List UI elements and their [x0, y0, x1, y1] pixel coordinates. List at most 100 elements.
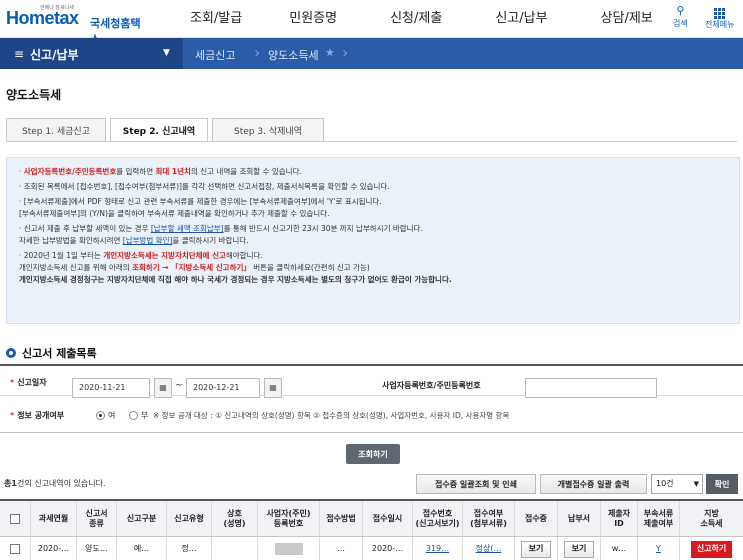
select-all-cell[interactable]	[0, 501, 31, 536]
notice-highlight: 개인지방소득세는 지방자치단체에 신고	[103, 251, 226, 260]
col-attach: 부속서류 제출여부	[638, 501, 680, 536]
menu-application[interactable]: 신청/제출	[390, 0, 442, 38]
grid-icon	[714, 8, 726, 19]
main-menu: 조회/발급 민원증명 신청/제출 신고/납부 상담/제보	[190, 0, 706, 38]
section-label: 신고/납부	[30, 48, 79, 62]
notice-box: · 사업자등록번호/주민등록번호를 입력하면 최대 1년치의 신고 내역을 조회…	[6, 157, 740, 324]
pay-tax-link[interactable]: [납부할 세액 조회납부]	[151, 224, 224, 233]
view-payment-button[interactable]: 보기	[563, 540, 595, 558]
cell-report-type: 정…	[167, 537, 212, 560]
biz-number-input[interactable]	[525, 378, 657, 398]
tab-divider	[6, 141, 737, 142]
radio-icon	[129, 411, 138, 420]
cell-method: …	[320, 537, 363, 560]
cell-id-number	[258, 537, 320, 560]
individual-receipt-button[interactable]: 개별접수증 일괄 출력	[540, 474, 647, 494]
radio-yes[interactable]: 여	[96, 410, 115, 421]
menu-certificate[interactable]: 민원증명	[289, 0, 337, 38]
notice-line: 개인지방소득세 경정청구는 지방자치단체에 직접 해야 하나 국세가 경정되는 …	[19, 275, 452, 284]
row-select-cell[interactable]	[0, 537, 31, 560]
cell-receipt-no: 319…	[413, 537, 463, 560]
cell-category: 예…	[117, 537, 167, 560]
star-icon[interactable]: ★	[325, 46, 335, 59]
col-method: 접수방법	[320, 501, 363, 536]
radio-no-label: 부	[141, 411, 149, 420]
notice-line: [부속서류제출여부]의 (Y/N)을 클릭하여 부속서류 제출내역을 확인하거나…	[19, 209, 330, 218]
notice-text: 을 클릭하시기 바랍니다.	[172, 236, 249, 245]
radio-icon	[96, 411, 105, 420]
notice-line: · 2020년 1월 1일 부터는 개인지방소득세는 지방자치단체에 신고해야합…	[19, 250, 729, 262]
section-title: 신고서 제출목록	[22, 347, 97, 360]
search-submit-button[interactable]: 조회하기	[346, 444, 400, 464]
radio-yes-label: 여	[108, 411, 116, 420]
disclose-label: * 정보 공개여부	[10, 411, 65, 420]
col-receipt-no: 접수번호 (신고서보기)	[413, 501, 463, 536]
notice-line: 자세한 납부방법을 확인하시려면 [납부방법 확인]을 클릭하시기 바랍니다.	[19, 235, 729, 247]
notice-line: · 신고서 제출 후 납부할 세액이 있는 경우 [납부할 세액 조회납부]를 …	[19, 223, 729, 235]
all-menu-button[interactable]: 전체메뉴	[705, 4, 734, 30]
col-submitter: 제출자 ID	[601, 501, 638, 536]
notice-highlight: 조회하기 → 「지방소득세 신고하기」	[132, 263, 251, 272]
tab-step1[interactable]: Step 1. 세금신고	[6, 118, 106, 142]
col-name: 상호 (성명)	[212, 501, 258, 536]
tab-step2[interactable]: Step 2. 신고내역	[110, 118, 208, 142]
menu-report-payment[interactable]: 신고/납부	[495, 0, 547, 38]
checkbox-icon	[10, 544, 20, 554]
table-header: 과세연월 신고서 종류 신고구분 신고유형 상호 (성명) 사업자(주민) 등록…	[0, 501, 743, 537]
breadcrumb-capital-gains[interactable]: 양도소득세	[268, 47, 319, 63]
checkbox-icon	[10, 513, 20, 524]
cell-form-type: 양도…	[77, 537, 117, 560]
notice-highlight: 사업자등록번호/주민등록번호	[23, 167, 117, 176]
notice-line: · 조회된 목록에서 [접수번호], [접수여부(첨부서류)]를 각각 선택하면…	[19, 182, 390, 191]
menu-consult[interactable]: 상담/제보	[601, 0, 653, 38]
confirm-button[interactable]: 확인	[706, 474, 738, 494]
cell-status: 정상(…	[463, 537, 515, 560]
form-row-date: * 신고일자 2020-11-21 ▦ ~ 2020-12-21 ▦ 사업자등록번…	[0, 366, 743, 398]
notice-text: · 2020년 1월 1일 부터는	[19, 251, 104, 260]
section-header: 신고서 제출목록	[6, 345, 97, 361]
logo-text: Hometax	[6, 8, 79, 28]
payment-method-link[interactable]: [납부방법 확인]	[123, 236, 173, 245]
status-link[interactable]: 정상(…	[476, 544, 502, 554]
date-to-input[interactable]: 2020-12-21	[186, 378, 260, 398]
bulk-receipt-button[interactable]: 접수증 일괄조회 및 인쇄	[416, 474, 536, 494]
hometax-logo[interactable]: 언제나 잘세나세 Hometax 국세청홈택스	[6, 4, 146, 46]
date-label: * 신고일자	[10, 378, 47, 387]
tab-step3[interactable]: Step 3. 삭제내역	[212, 118, 324, 142]
attach-link[interactable]: Y	[656, 544, 661, 554]
col-report-type: 신고유형	[167, 501, 212, 536]
disclose-note: ※ 정보 공개 대상 : ① 신고내역의 상호(성명) 항목 ② 접수증의 상호…	[153, 411, 510, 420]
search-form: * 신고일자 2020-11-21 ▦ ~ 2020-12-21 ▦ 사업자등록번…	[0, 364, 743, 433]
section-dropdown[interactable]: ≡ 신고/납부 ▼	[0, 38, 183, 69]
hamburger-icon: ≡	[14, 47, 25, 61]
notice-text: · 신고서 제출 후 납부할 세액이 있는 경우	[19, 224, 151, 233]
cell-name	[212, 537, 258, 560]
notice-text: 개인지방소득세 신고를 위해 아래의	[19, 263, 133, 272]
cell-payment: 보기	[558, 537, 601, 560]
radio-no[interactable]: 부	[129, 410, 148, 421]
calendar-icon[interactable]: ▦	[154, 378, 172, 398]
chevron-right-icon: ›	[342, 43, 349, 62]
menu-inquiry[interactable]: 조회/발급	[190, 0, 242, 38]
page-size-select[interactable]: 10건 ▼	[651, 474, 703, 494]
breadcrumb-tax-report[interactable]: 세금신고	[195, 47, 235, 63]
result-table: 과세연월 신고서 종류 신고구분 신고유형 상호 (성명) 사업자(주민) 등록…	[0, 499, 743, 560]
chevron-down-icon: ▼	[693, 480, 699, 488]
cell-period: 2020-…	[31, 537, 77, 560]
col-period: 과세연월	[31, 501, 77, 536]
col-datetime: 접수일시	[363, 501, 413, 536]
date-from-input[interactable]: 2020-11-21	[72, 378, 150, 398]
receipt-no-link[interactable]: 319…	[426, 544, 449, 554]
notice-text: 의 신고 내역을 조회할 수 있습니다.	[190, 167, 302, 176]
view-receipt-button[interactable]: 보기	[520, 540, 552, 558]
local-tax-report-button[interactable]: 신고하기	[690, 540, 733, 558]
col-form-type: 신고서 종류	[77, 501, 117, 536]
search-button[interactable]: ⚲ 검색	[673, 4, 688, 29]
notice-line: 개인지방소득세 신고를 위해 아래의 조회하기 → 「지방소득세 신고하기」 버…	[19, 262, 729, 274]
biz-number-label: 사업자등록번호/주민등록번호	[382, 381, 481, 390]
calendar-icon[interactable]: ▦	[264, 378, 282, 398]
date-range-tilde: ~	[175, 380, 184, 391]
search-label: 검색	[673, 19, 688, 28]
cell-receipt: 보기	[515, 537, 558, 560]
col-id-number: 사업자(주민) 등록번호	[258, 501, 320, 536]
